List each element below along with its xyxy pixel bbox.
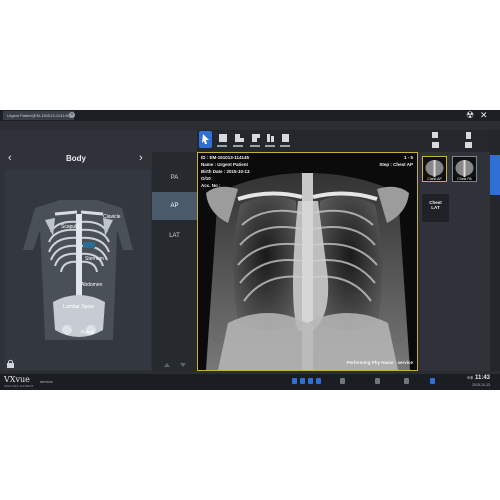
detector-icon[interactable] [300, 378, 305, 384]
overlay-operator: Performing Phy Name : service [346, 360, 413, 365]
storage-icon[interactable] [375, 378, 380, 384]
protocol-card-chest-lat[interactable]: Chest LAT [422, 194, 449, 222]
overlay-id: ID : EM-151013-114145 [201, 155, 250, 160]
rotate-left-icon[interactable] [235, 134, 240, 142]
overlay-series: 1 - 5 [403, 155, 413, 160]
clock-time: 오후 11:43 [466, 375, 490, 381]
chest-xray-image[interactable] [198, 153, 417, 370]
export-icon[interactable] [465, 142, 472, 148]
xray-viewer[interactable]: ID : EM-151013-114145 Name : Urgent Pati… [197, 152, 418, 371]
view-lat-button[interactable]: LAT [152, 222, 197, 250]
view-selector: PA AP LAT [152, 152, 197, 371]
clock-date: 2015-10-13 [472, 383, 490, 387]
thumb-xray-icon [455, 160, 474, 177]
rotate-right-icon[interactable] [252, 134, 257, 142]
detector-icon[interactable] [292, 378, 297, 384]
app-window: Urgent Patient(EM-150013-114145) × ☢ ✕ ‹… [0, 110, 500, 390]
app-logo-sub: IMAGING EXPERT [4, 384, 34, 388]
printer-icon[interactable] [404, 378, 409, 384]
overlay-sex: O/10 [201, 176, 211, 181]
status-bar: VXvue IMAGING EXPERT service 오후 11:43 20… [0, 374, 500, 390]
down-arrow-icon [180, 363, 186, 367]
trash-icon[interactable] [466, 132, 471, 139]
label-clavicle[interactable]: Clavicle [103, 214, 121, 220]
view-arrows[interactable] [158, 361, 192, 369]
toolbar-icons [199, 131, 290, 148]
view-ap-button[interactable]: AP [152, 192, 197, 220]
folder-icon[interactable] [432, 142, 439, 148]
current-user[interactable]: service [40, 379, 53, 384]
flip-icon[interactable] [267, 134, 270, 142]
copy-icon[interactable] [432, 132, 438, 138]
label-abdomen[interactable]: Abdomen [81, 282, 103, 288]
tab-strip: Urgent Patient(EM-150013-114145) × ☢ ✕ [0, 110, 500, 121]
body-header: ‹ Body › [0, 152, 152, 168]
tab-patient[interactable]: Urgent Patient(EM-150013-114145) [3, 111, 75, 120]
label-scapula[interactable]: Scapula [61, 224, 79, 230]
body-title: Body [66, 154, 86, 163]
tab-close-icon[interactable]: × [69, 112, 75, 118]
thumbnail-panel: Chest AP Chest PA Chest LAT [420, 152, 490, 371]
image-toolbar [197, 130, 420, 152]
lock-icon[interactable] [6, 359, 16, 369]
view-pa-button[interactable]: PA [152, 164, 197, 192]
body-map: Clavicle Scapula Sternum Abdomen Lumbar … [5, 170, 151, 370]
overlay-name: Name : Urgent Patient [201, 162, 249, 167]
app-logo: VXvue [4, 375, 30, 384]
side-rail-active-tab[interactable] [490, 155, 500, 195]
marker-icon[interactable] [282, 134, 289, 142]
thumbnail-chest-ap[interactable]: Chest AP [422, 156, 447, 182]
network-icon[interactable] [340, 378, 345, 384]
right-toolbar-icons [432, 132, 472, 148]
label-pelvis[interactable]: Pelvis [81, 330, 95, 336]
close-app-icon[interactable]: ✕ [480, 111, 488, 120]
right-toolbar [420, 130, 490, 152]
crop-icon[interactable] [219, 134, 227, 142]
detector-icon[interactable] [316, 378, 321, 384]
overlay-birth: Birth Date : 2015-10-13 [201, 169, 250, 174]
radiation-icon[interactable]: ☢ [466, 111, 474, 120]
overlay-step: Step : Chest AP [379, 162, 413, 167]
detector-icon[interactable] [308, 378, 313, 384]
thumbnail-chest-pa[interactable]: Chest PA [452, 156, 477, 182]
up-arrow-icon [164, 363, 170, 367]
label-sternum[interactable]: Sternum [85, 256, 104, 262]
label-lumbar[interactable]: Lumbar Spine [63, 304, 94, 310]
generator-icon[interactable] [430, 378, 435, 384]
overlay-acc: Acc. No : [201, 183, 221, 188]
chevron-right-icon[interactable]: › [139, 152, 143, 164]
window-controls: ☢ ✕ [464, 110, 494, 121]
thumb-xray-icon [425, 160, 444, 177]
skeleton-figure[interactable]: Clavicle Scapula Sternum Abdomen Lumbar … [5, 170, 151, 370]
